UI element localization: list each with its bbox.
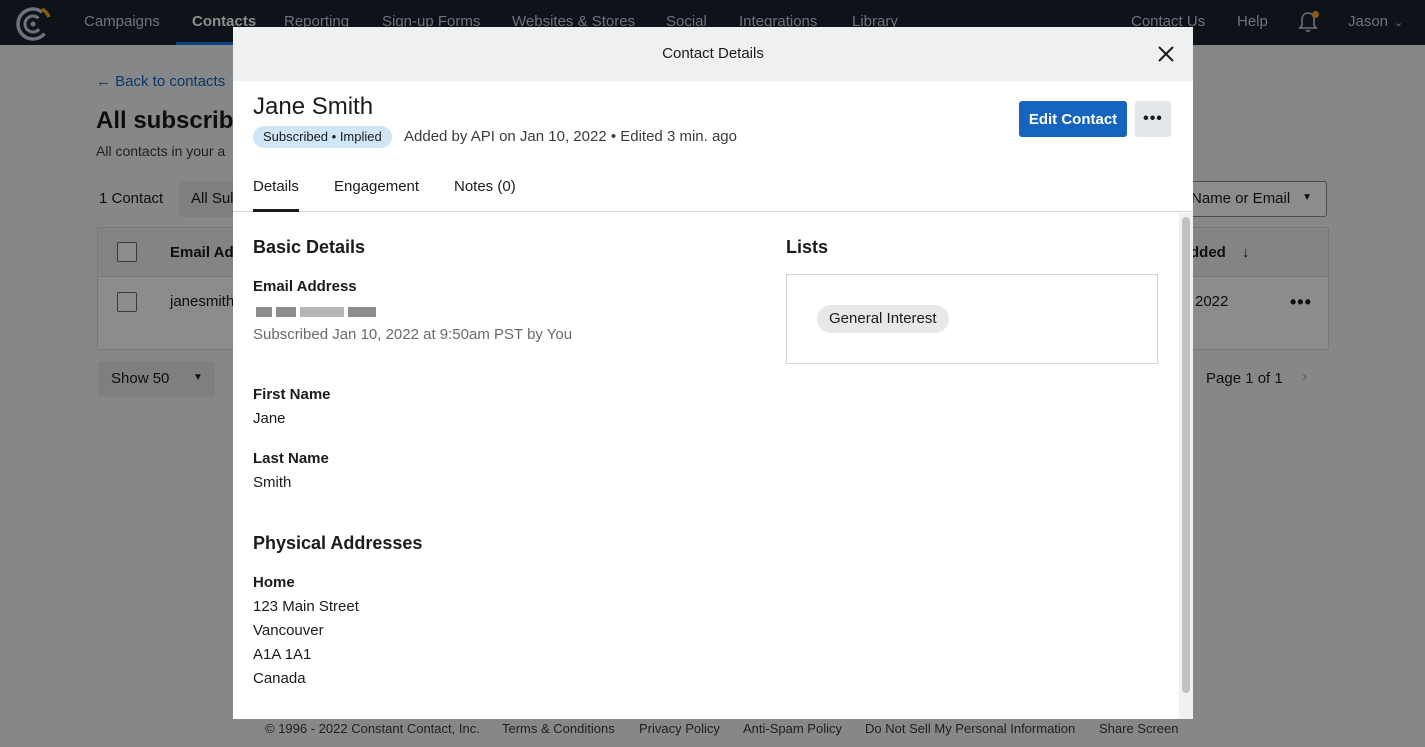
last-name-label: Last Name — [253, 450, 329, 467]
basic-details-heading: Basic Details — [253, 237, 366, 257]
address-street: 123 Main Street — [253, 598, 359, 615]
tab-bar: Details Engagement Notes (0) — [233, 172, 1193, 212]
address-city: Vancouver — [253, 622, 324, 639]
contact-details-modal: Contact Details Jane Smith Subscribed • … — [233, 27, 1193, 719]
edit-contact-button[interactable]: Edit Contact — [1019, 101, 1127, 137]
email-address-value-redacted — [256, 307, 380, 317]
contact-name: Jane Smith — [253, 93, 374, 120]
address-postal-code: A1A 1A1 — [253, 646, 312, 663]
scrollbar-thumb[interactable] — [1182, 217, 1190, 693]
tab-details[interactable]: Details — [253, 178, 299, 212]
list-chip: General Interest — [817, 305, 949, 333]
email-subscribed-info: Subscribed Jan 10, 2022 at 9:50am PST by… — [253, 326, 573, 343]
more-options-button[interactable]: ••• — [1135, 101, 1171, 137]
last-name-value: Smith — [253, 474, 292, 491]
tab-engagement[interactable]: Engagement — [334, 178, 419, 212]
first-name-label: First Name — [253, 386, 331, 403]
address-country: Canada — [253, 670, 306, 687]
email-address-label: Email Address — [253, 278, 357, 295]
first-name-value: Jane — [253, 410, 286, 427]
modal-title: Contact Details — [662, 45, 764, 62]
tab-notes[interactable]: Notes (0) — [454, 178, 516, 212]
physical-addresses-heading: Physical Addresses — [253, 533, 423, 553]
address-type-label: Home — [253, 574, 295, 591]
close-icon[interactable] — [1156, 44, 1176, 64]
added-info: Added by API on Jan 10, 2022 • Edited 3 … — [404, 128, 737, 145]
modal-header: Contact Details — [233, 27, 1193, 81]
lists-heading: Lists — [786, 237, 829, 257]
lists-box: General Interest — [786, 274, 1158, 364]
status-badge: Subscribed • Implied — [253, 126, 392, 148]
